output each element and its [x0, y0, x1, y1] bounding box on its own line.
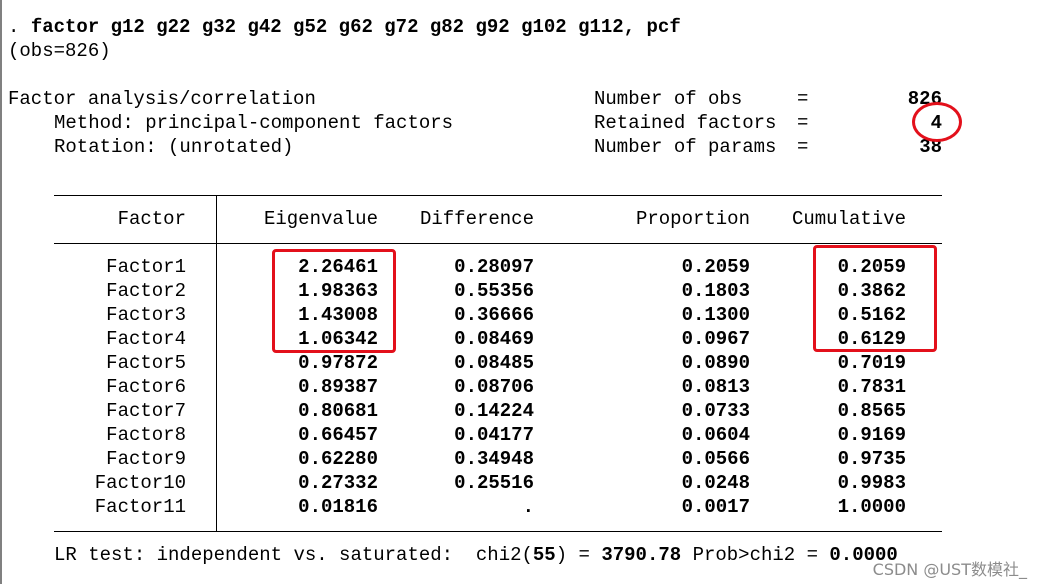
row-difference: 0.08469: [454, 328, 534, 350]
chi2-value: 3790.78: [601, 544, 682, 566]
row-difference: .: [522, 496, 534, 518]
row-difference: 0.55356: [454, 280, 534, 302]
row-factor-name: Factor8: [106, 424, 186, 446]
row-factor-name: Factor9: [106, 448, 186, 470]
row-difference: 0.08485: [454, 352, 534, 374]
row-proportion: 0.2059: [681, 256, 750, 278]
table-divider: [216, 195, 217, 532]
row-proportion: 0.0566: [681, 448, 750, 470]
watermark: CSDN @UST数模社_: [872, 560, 1027, 579]
column-header-cumulative: Cumulative: [791, 208, 906, 230]
analysis-title: Factor analysis/correlation: [8, 88, 316, 110]
console-left-border: [0, 0, 2, 584]
row-proportion: 0.1300: [681, 304, 750, 326]
row-proportion: 0.0813: [681, 376, 750, 398]
eigenvalue-highlight: [272, 249, 396, 353]
row-eigenvalue: 0.62280: [298, 448, 378, 470]
method-line: Method: principal-component factors: [54, 112, 454, 134]
table-header-rule: [54, 243, 942, 244]
row-difference: 0.34948: [454, 448, 534, 470]
stat-label-params: Number of params: [594, 136, 777, 158]
lr-test-line: LR test: independent vs. saturated: chi2…: [54, 543, 898, 567]
row-factor-name: Factor11: [94, 496, 186, 518]
row-factor-name: Factor4: [106, 328, 186, 350]
row-factor-name: Factor7: [106, 400, 186, 422]
row-proportion: 0.0604: [681, 424, 750, 446]
row-factor-name: Factor2: [106, 280, 186, 302]
row-difference: 0.28097: [454, 256, 534, 278]
row-eigenvalue: 0.27332: [298, 472, 378, 494]
row-cumulative: 0.9735: [837, 448, 906, 470]
row-factor-name: Factor6: [106, 376, 186, 398]
column-header-difference: Difference: [419, 208, 534, 230]
row-cumulative: 0.8565: [837, 400, 906, 422]
row-proportion: 0.0890: [681, 352, 750, 374]
row-eigenvalue: 0.97872: [298, 352, 378, 374]
table-top-rule: [54, 195, 942, 196]
row-difference: 0.25516: [454, 472, 534, 494]
cumulative-highlight: [813, 245, 937, 352]
row-cumulative: 0.7831: [837, 376, 906, 398]
row-eigenvalue: 0.66457: [298, 424, 378, 446]
command-line: . factor g12 g22 g32 g42 g52 g62 g72 g82…: [8, 15, 681, 39]
row-eigenvalue: 0.89387: [298, 376, 378, 398]
prob-label: Prob>chi2 =: [692, 544, 818, 566]
chi2-suffix: ) =: [555, 544, 590, 566]
stat-label-retained: Retained factors: [594, 112, 777, 134]
command-text: factor g12 g22 g32 g42 g52 g62 g72 g82 g…: [30, 16, 681, 38]
chi2-df: 55: [532, 544, 556, 566]
row-difference: 0.14224: [454, 400, 534, 422]
row-proportion: 0.0733: [681, 400, 750, 422]
stat-eq-obs: =: [797, 88, 809, 110]
row-cumulative: 0.7019: [837, 352, 906, 374]
row-proportion: 0.0967: [681, 328, 750, 350]
column-header-eigenvalue: Eigenvalue: [263, 208, 378, 230]
row-factor-name: Factor10: [94, 472, 186, 494]
retained-factors-highlight: [912, 102, 962, 142]
row-cumulative: 0.9169: [837, 424, 906, 446]
row-factor-name: Factor3: [106, 304, 186, 326]
row-factor-name: Factor5: [106, 352, 186, 374]
chi2-prefix: chi2(: [475, 544, 533, 566]
row-difference: 0.36666: [454, 304, 534, 326]
row-proportion: 0.1803: [681, 280, 750, 302]
row-proportion: 0.0248: [681, 472, 750, 494]
command-prompt: .: [8, 16, 31, 38]
table-bottom-rule: [54, 531, 942, 532]
row-proportion: 0.0017: [681, 496, 750, 518]
stat-eq-retained: =: [797, 112, 809, 134]
row-difference: 0.08706: [454, 376, 534, 398]
obs-line: (obs=826): [8, 40, 111, 62]
column-header-proportion: Proportion: [635, 208, 750, 230]
column-header-factor: Factor: [117, 208, 186, 230]
row-cumulative: 0.9983: [837, 472, 906, 494]
lr-test-label: LR test: independent vs. saturated:: [54, 544, 454, 566]
row-difference: 0.04177: [454, 424, 534, 446]
row-factor-name: Factor1: [106, 256, 186, 278]
rotation-line: Rotation: (unrotated): [54, 136, 294, 158]
stat-eq-params: =: [797, 136, 809, 158]
row-eigenvalue: 0.80681: [298, 400, 378, 422]
stat-label-obs: Number of obs: [594, 88, 743, 110]
row-eigenvalue: 0.01816: [298, 496, 378, 518]
row-cumulative: 1.0000: [837, 496, 906, 518]
